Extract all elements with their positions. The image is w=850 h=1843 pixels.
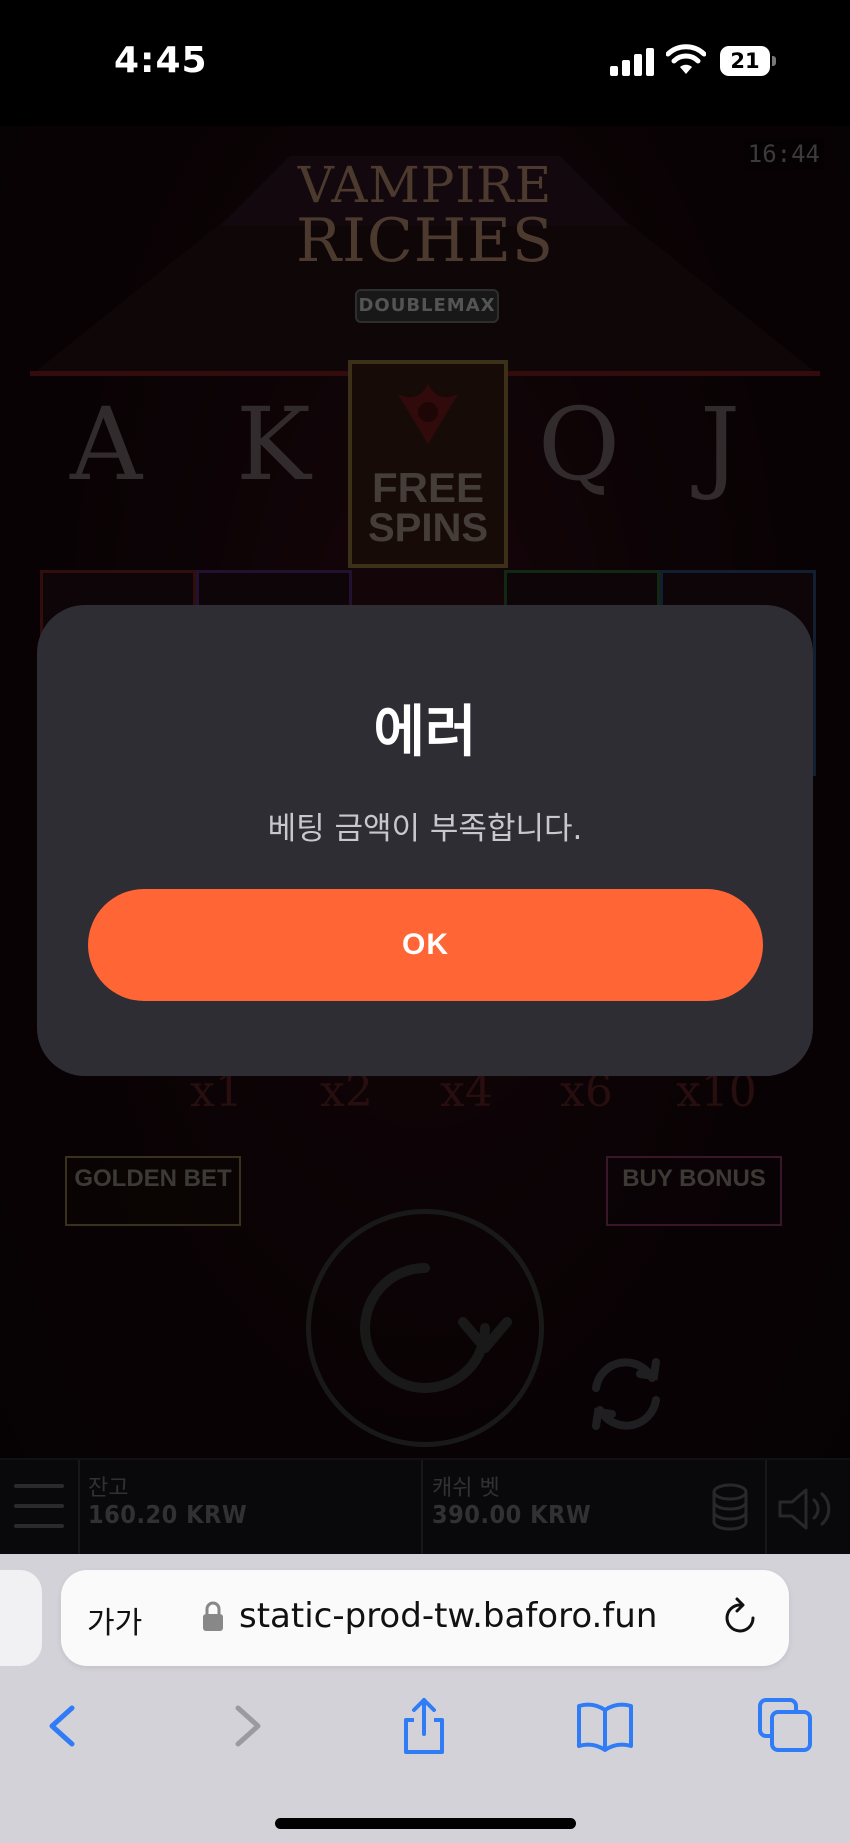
- tabs-icon[interactable]: [756, 1696, 816, 1756]
- wifi-icon: [666, 44, 706, 74]
- url-text[interactable]: static-prod-tw.baforo.fun: [239, 1596, 657, 1636]
- bookmarks-icon[interactable]: [575, 1696, 635, 1756]
- error-dialog: 에러 베팅 금액이 부족합니다. OK: [37, 605, 813, 1076]
- battery-icon: 21: [720, 46, 776, 76]
- status-bar: 4:45 21: [0, 0, 850, 126]
- safari-nav-row: [0, 1680, 850, 1770]
- battery-level: 21: [720, 46, 770, 76]
- ok-button[interactable]: OK: [88, 889, 763, 1001]
- back-icon[interactable]: [34, 1696, 94, 1756]
- previous-tab-preview[interactable]: [0, 1570, 42, 1666]
- text-size-button[interactable]: 가가: [87, 1598, 142, 1642]
- safari-toolbar: 가가 static-prod-tw.baforo.fun: [0, 1554, 850, 1843]
- dialog-title: 에러: [373, 700, 477, 765]
- home-indicator: [275, 1818, 576, 1829]
- lock-icon: [203, 1601, 223, 1631]
- cellular-signal-icon: [610, 46, 654, 76]
- share-icon[interactable]: [394, 1696, 454, 1756]
- forward-icon[interactable]: [216, 1696, 276, 1756]
- dialog-message: 베팅 금액이 부족합니다.: [267, 811, 583, 847]
- status-time: 4:45: [114, 40, 208, 81]
- reload-icon[interactable]: [721, 1596, 761, 1638]
- address-bar[interactable]: 가가 static-prod-tw.baforo.fun: [61, 1570, 789, 1666]
